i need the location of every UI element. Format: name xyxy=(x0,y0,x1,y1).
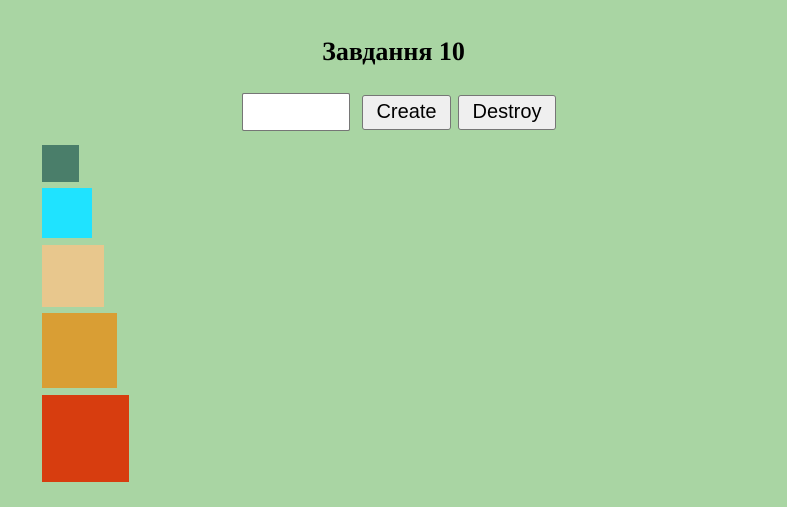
box xyxy=(42,395,129,482)
page-title: Завдання 10 xyxy=(322,37,465,66)
create-button[interactable]: Create xyxy=(362,95,451,130)
box xyxy=(42,245,104,307)
destroy-button[interactable]: Destroy xyxy=(458,95,556,130)
box xyxy=(42,188,92,238)
box xyxy=(42,313,117,388)
box xyxy=(42,145,79,182)
amount-input[interactable] xyxy=(242,93,350,131)
